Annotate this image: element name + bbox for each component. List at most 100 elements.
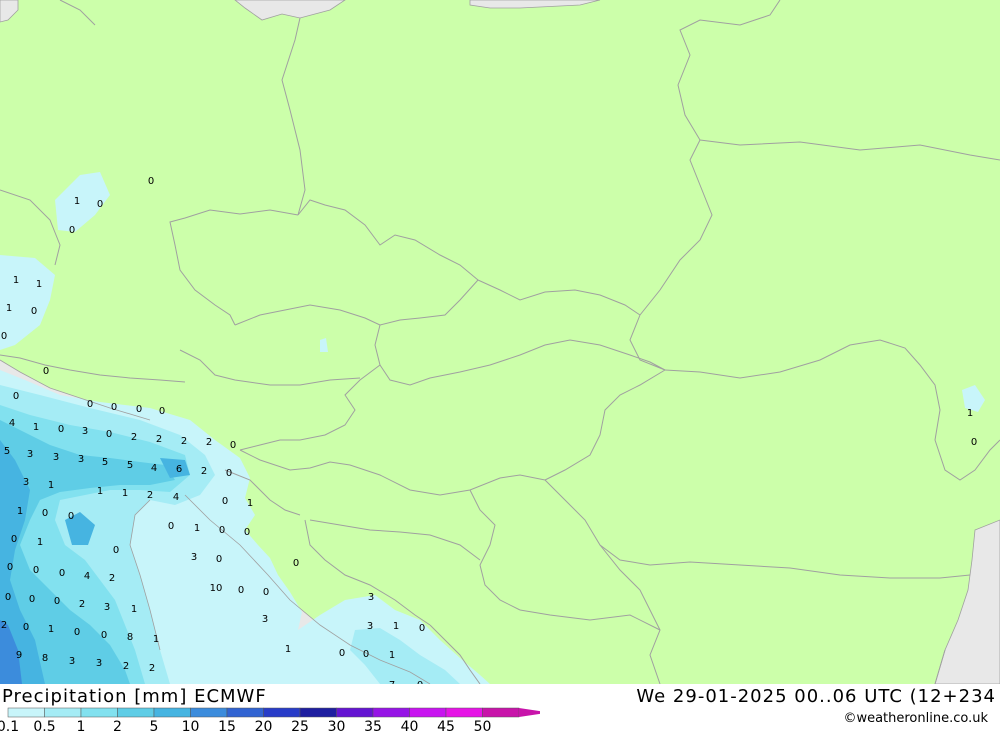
precip-value-label: 9 [16,650,22,661]
legend-swatch [372,707,410,718]
legend-swatch [80,707,118,718]
precip-value-label: 3 [262,614,268,625]
precip-value-label: 1 [285,644,291,655]
precip-value-label: 2 [206,437,212,448]
precip-value-label: 1 [122,488,128,499]
legend-swatch [445,707,483,718]
precipitation-map: 01 001 11 0000 0 0 004 1 0 3 0 2 2 2 2 05 3 3 3 5 5 4 6 2 03 11 1 2… [0,0,1000,684]
precip-value-label: 0 [29,594,35,605]
precip-value-label: 0 [113,545,119,556]
legend-swatch [153,707,191,718]
legend-label: 0.5 [33,719,55,733]
precip-value-label: 0 [5,592,11,603]
precip-value-label: 4 [84,571,90,582]
legend-label: 5 [150,719,159,733]
precip-value-label: 4 [9,418,15,429]
precip-value-label: 3 [368,592,374,603]
legend-swatch [482,707,520,718]
precip-value-label: 0 [31,306,37,317]
precip-value-label: 0 [69,225,75,236]
precip-value-label: 6 [176,464,182,475]
legend-label: 25 [291,719,309,733]
precip-value-label: 1 [194,523,200,534]
precip-value-label: 0 [136,404,142,415]
valid-time: We 29-01-2025 00..06 UTC (12+234 [636,686,996,707]
precip-value-label: 1 [36,279,42,290]
precip-value-label: 0 [244,527,250,538]
legend-swatch [190,707,228,718]
precip-value-label: 1 [48,480,54,491]
precip-value-label: 0 [58,424,64,435]
precip-value-label: 2 [147,490,153,501]
precip-value-label: 5 [4,446,10,457]
precip-value-label: 5 [102,457,108,468]
precip-value-label: 0 [97,199,103,210]
precip-value-label: 1 [74,196,80,207]
precip-value-label: 3 [82,426,88,437]
precip-value-label: 0 [263,587,269,598]
precip-value-label: 0 [971,437,977,448]
precip-value-label: 3 [367,621,373,632]
precip-value-label: 3 [104,602,110,613]
legend-arrow [519,708,540,717]
precip-value-label: 8 [42,653,48,664]
precip-value-label: 0 [13,391,19,402]
legend-label: 1 [77,719,86,733]
precip-value-label: 3 [23,477,29,488]
legend-label: 10 [182,719,200,733]
precip-value-label: 0 [230,440,236,451]
precip-value-label: 10 [210,583,223,594]
precip-value-label: 1 [967,408,973,419]
precip-value-label: 0 [293,558,299,569]
precip-value-label: 0 [54,596,60,607]
legend-label: 0.1 [0,719,19,733]
precip-value-label: 0 [226,468,232,479]
precip-value-label: 2 [123,661,129,672]
precip-value-label: 3 [96,658,102,669]
legend-label: 40 [401,719,419,733]
precip-value-label: 1 [153,634,159,645]
legend-swatch [117,707,155,718]
precip-value-label: 0 [101,630,107,641]
precip-value-label: 1 [393,621,399,632]
legend-label: 30 [328,719,346,733]
precip-value-label: 2 [201,466,207,477]
precip-value-label: 1 [17,506,23,517]
precip-value-label: 0 [216,554,222,565]
precip-value-label: 3 [191,552,197,563]
legend-swatch [226,707,264,718]
precip-value-label: 0 [148,176,154,187]
precip-value-label: 4 [151,463,157,474]
precip-value-label: 0 [1,331,7,342]
credit-link[interactable]: ©weatheronline.co.uk [843,711,988,726]
precip-value-label: 0 [87,399,93,410]
legend-label: 20 [255,719,273,733]
precip-value-label: 1 [389,650,395,661]
precip-value-label: 1 [6,303,12,314]
precip-value-label: 0 [11,534,17,545]
legend-swatch [336,707,374,718]
precip-value-label: 1 [33,422,39,433]
precip-value-label: 1 [131,604,137,615]
precip-value-label: 0 [168,521,174,532]
legend-label: 15 [218,719,236,733]
precip-value-label: 2 [181,436,187,447]
legend-label: 35 [364,719,382,733]
legend-label: 2 [113,719,122,733]
precip-value-label: 0 [43,366,49,377]
legend-swatch [7,707,45,718]
precip-value-label: 0 [7,562,13,573]
precip-value-label: 3 [69,656,75,667]
precip-value-label: 0 [159,406,165,417]
precip-value-label: 1 [97,486,103,497]
legend-label: 45 [437,719,455,733]
precip-value-label: 0 [74,627,80,638]
precip-value-label: 5 [127,460,133,471]
precip-value-label: 1 [48,624,54,635]
legend-label: 50 [474,719,492,733]
precip-value-label: 2 [131,432,137,443]
precip-value-label: 2 [109,573,115,584]
precip-value-label: 2 [1,620,7,631]
color-legend: 0.1 0.5 1 2 5 10 15 20 25 30 35 40 45 50 [0,707,540,733]
legend-swatch [409,707,447,718]
